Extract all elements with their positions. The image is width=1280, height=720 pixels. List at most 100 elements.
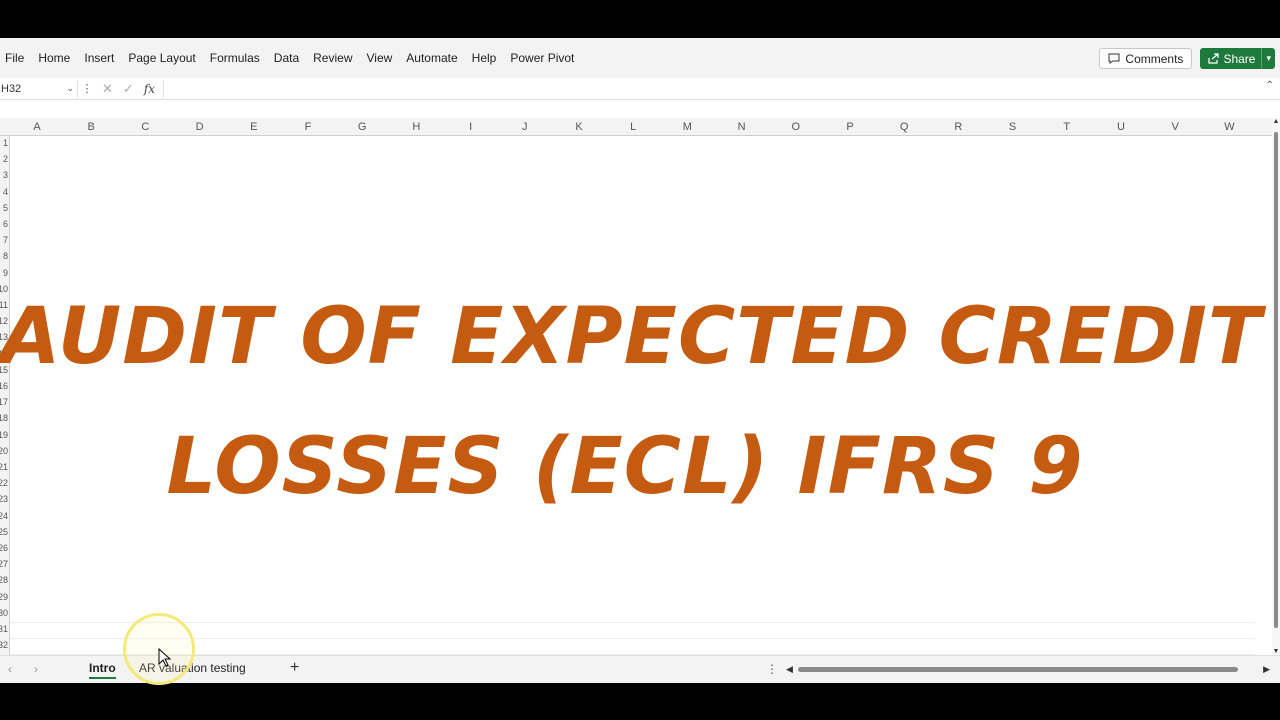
column-header[interactable]: P <box>823 118 877 136</box>
column-header[interactable]: E <box>227 118 281 136</box>
comment-icon <box>1108 53 1120 64</box>
row-gridline <box>10 168 1255 170</box>
row-header[interactable]: 1 <box>3 138 8 148</box>
row-header[interactable]: 27 <box>0 559 8 569</box>
column-header[interactable]: N <box>715 118 769 136</box>
top-black-bar <box>0 0 1280 38</box>
row-header[interactable]: 26 <box>0 543 8 553</box>
row-header[interactable]: 32 <box>0 640 8 650</box>
row-gridline <box>10 249 1255 251</box>
column-header[interactable]: G <box>335 118 389 136</box>
scroll-left-icon[interactable]: ◀ <box>786 664 793 675</box>
row-gridline <box>10 638 1255 640</box>
row-header[interactable]: 28 <box>0 575 8 585</box>
horizontal-scrollbar[interactable]: ◀ ▶ <box>786 664 1270 674</box>
collapse-formula-bar-icon[interactable]: ⌃ <box>1266 80 1274 91</box>
chevron-down-icon[interactable]: ⌄ <box>66 83 74 94</box>
scroll-right-icon[interactable]: ▶ <box>1263 664 1270 675</box>
enter-check-icon[interactable]: ✓ <box>123 81 134 97</box>
row-header[interactable]: 30 <box>0 608 8 618</box>
row-header[interactable]: 3 <box>3 170 8 180</box>
row-gridline <box>10 573 1255 575</box>
tab-power-pivot[interactable]: Power Pivot <box>503 38 581 78</box>
tab-help[interactable]: Help <box>465 38 504 78</box>
vertical-scrollbar[interactable]: ▲ ▼ <box>1272 118 1280 655</box>
share-dropdown-chevron-icon[interactable]: ▾ <box>1261 48 1275 69</box>
tab-split-handle-icon[interactable]: ⋮ <box>766 662 778 676</box>
column-header[interactable]: K <box>552 118 606 136</box>
comments-button[interactable]: Comments <box>1099 48 1193 69</box>
column-headers: ABCDEFGHIJKLMNOPQRSTUVW <box>0 118 1272 136</box>
row-header[interactable]: 2 <box>3 154 8 164</box>
row-header[interactable]: 8 <box>3 251 8 261</box>
share-icon <box>1208 53 1220 64</box>
share-button[interactable]: Share ▾ <box>1200 48 1275 69</box>
cancel-icon[interactable]: ✕ <box>102 81 113 97</box>
row-header[interactable]: 6 <box>3 219 8 229</box>
column-header[interactable]: D <box>173 118 227 136</box>
column-header[interactable]: F <box>281 118 335 136</box>
row-gridline <box>10 605 1255 607</box>
column-header[interactable]: A <box>10 118 64 136</box>
next-sheet-icon[interactable]: › <box>34 662 38 676</box>
row-header[interactable]: 7 <box>3 235 8 245</box>
column-header[interactable]: O <box>769 118 823 136</box>
formula-input[interactable] <box>164 80 1280 98</box>
row-gridline <box>10 184 1255 186</box>
tab-review[interactable]: Review <box>306 38 359 78</box>
column-header[interactable]: Q <box>877 118 931 136</box>
scroll-up-icon[interactable]: ▲ <box>1272 118 1280 125</box>
column-header[interactable]: M <box>660 118 714 136</box>
column-header[interactable]: B <box>64 118 118 136</box>
insert-function-icon[interactable]: fx <box>144 82 155 96</box>
previous-sheet-icon[interactable]: ‹ <box>8 662 12 676</box>
bottom-black-bar <box>0 683 1280 720</box>
row-gridline <box>10 152 1255 154</box>
row-header[interactable]: 29 <box>0 592 8 602</box>
scroll-down-icon[interactable]: ▼ <box>1272 648 1280 655</box>
row-gridline <box>10 557 1255 559</box>
column-header[interactable]: T <box>1040 118 1094 136</box>
column-header[interactable]: I <box>444 118 498 136</box>
vertical-scroll-thumb[interactable] <box>1274 132 1278 628</box>
column-header[interactable]: C <box>118 118 172 136</box>
add-sheet-plus-icon[interactable]: + <box>290 659 299 677</box>
column-header[interactable]: S <box>986 118 1040 136</box>
more-options-icon[interactable]: ⋮ <box>78 82 96 95</box>
row-gridline <box>10 200 1255 202</box>
column-header[interactable]: R <box>931 118 985 136</box>
tab-home[interactable]: Home <box>31 38 77 78</box>
title-text-block: AUDIT OF EXPECTED CREDIT LOSSES (ECL) IF… <box>0 272 1263 532</box>
sheet-tab-intro[interactable]: Intro <box>89 661 116 679</box>
title-line-1: AUDIT OF EXPECTED CREDIT <box>0 292 1263 382</box>
horizontal-scroll-thumb[interactable] <box>798 667 1238 672</box>
tab-data[interactable]: Data <box>267 38 306 78</box>
row-header[interactable]: 31 <box>0 624 8 634</box>
tab-formulas[interactable]: Formulas <box>203 38 267 78</box>
tab-view[interactable]: View <box>360 38 400 78</box>
share-label: Share <box>1223 51 1256 66</box>
tab-file[interactable]: File <box>0 38 31 78</box>
column-header[interactable]: U <box>1094 118 1148 136</box>
row-header[interactable]: 4 <box>3 187 8 197</box>
name-box[interactable]: H32 ⌄ <box>0 79 78 98</box>
ribbon-tab-bar: File Home Insert Page Layout Formulas Da… <box>0 38 1280 78</box>
column-header[interactable]: L <box>606 118 660 136</box>
mouse-pointer-icon <box>158 648 172 667</box>
row-gridline <box>10 233 1255 235</box>
column-header[interactable]: H <box>389 118 443 136</box>
tab-insert[interactable]: Insert <box>77 38 121 78</box>
column-header[interactable]: W <box>1202 118 1256 136</box>
tab-page-layout[interactable]: Page Layout <box>121 38 202 78</box>
row-gridline <box>10 589 1255 591</box>
row-gridline <box>10 217 1255 218</box>
title-line-2: LOSSES (ECL) IFRS 9 <box>166 422 1084 512</box>
comments-label: Comments <box>1125 51 1184 66</box>
name-box-value: H32 <box>1 82 22 95</box>
column-header[interactable]: V <box>1148 118 1202 136</box>
row-gridline <box>10 541 1255 542</box>
row-gridline <box>10 622 1255 623</box>
row-header[interactable]: 5 <box>3 203 8 213</box>
column-header[interactable]: J <box>498 118 552 136</box>
tab-automate[interactable]: Automate <box>399 38 464 78</box>
